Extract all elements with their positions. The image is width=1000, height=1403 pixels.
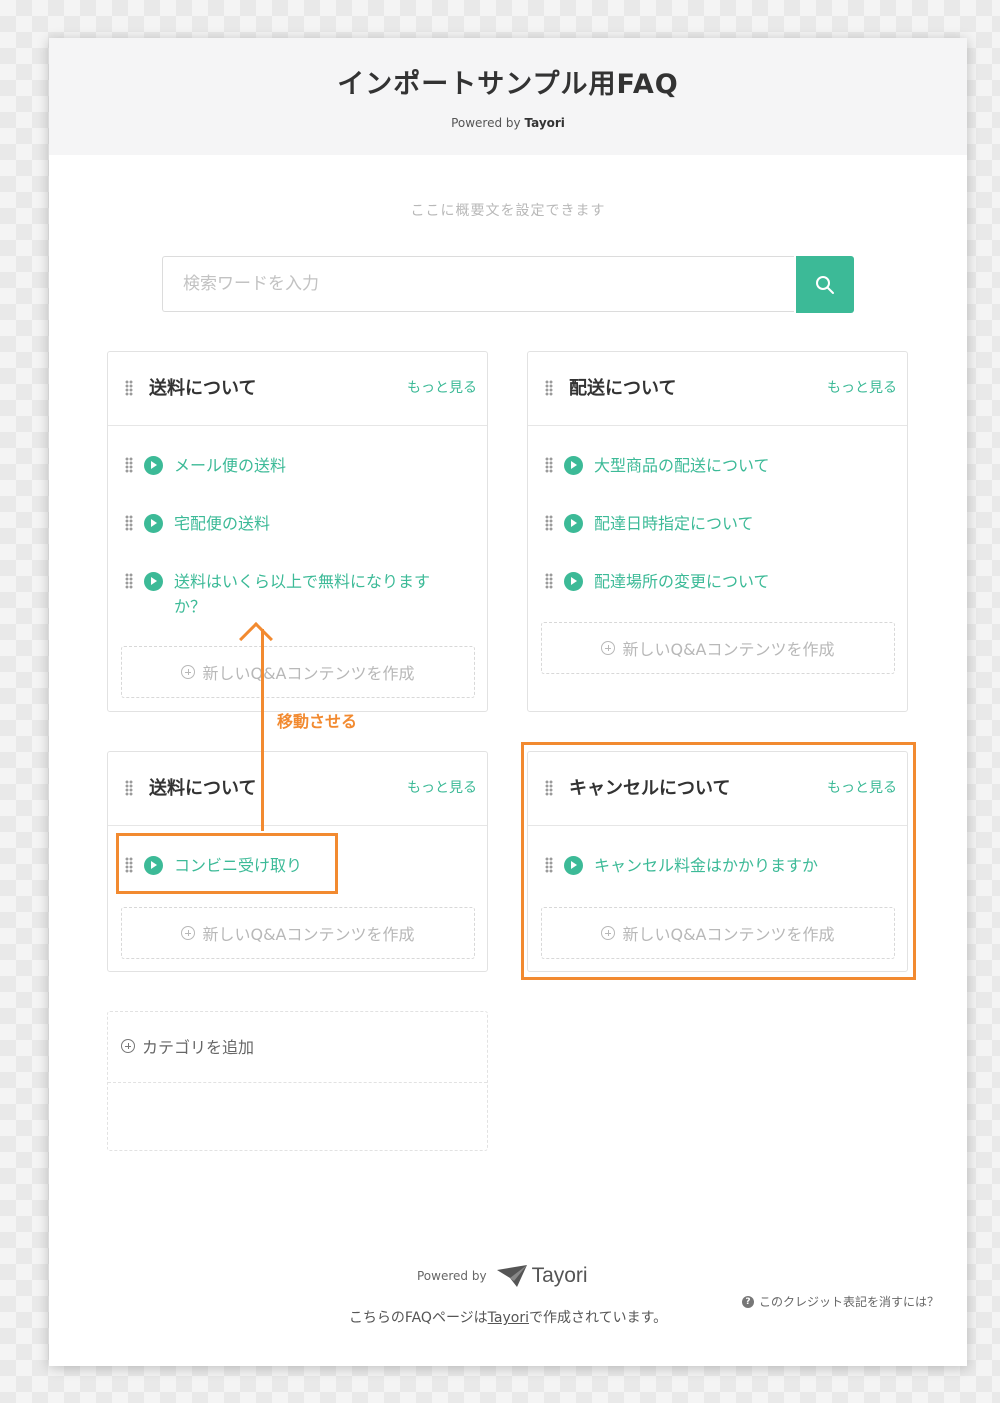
qa-item[interactable]: 配達日時指定について <box>594 511 754 536</box>
drag-handle-icon[interactable] <box>125 515 133 531</box>
qa-item[interactable]: キャンセル料金はかかりますか <box>594 853 818 878</box>
credit-suffix: で作成されています。 <box>528 1310 668 1326</box>
category-header: 配送について もっと見る <box>528 352 907 426</box>
play-icon <box>144 572 163 591</box>
qa-item[interactable]: 大型商品の配送について <box>594 453 770 478</box>
category-card-cancel: キャンセルについて もっと見る キャンセル料金はかかりますか 新しいQ&Aコンテ… <box>527 751 908 972</box>
new-qa-label: 新しいQ&Aコンテンツを作成 <box>202 664 415 683</box>
search-button[interactable] <box>796 256 854 313</box>
new-qa-button[interactable]: 新しいQ&Aコンテンツを作成 <box>121 646 475 698</box>
play-icon <box>144 456 163 475</box>
plus-circle-icon <box>121 1039 135 1053</box>
new-qa-label: 新しいQ&Aコンテンツを作成 <box>622 640 835 659</box>
powered-brand: Tayori <box>524 116 565 130</box>
drag-handle-icon[interactable] <box>125 457 133 473</box>
qa-item[interactable]: 送料はいくら以上で無料になります <box>174 569 430 594</box>
annotation-label: 移動させる <box>277 712 358 731</box>
qa-item[interactable]: 宅配便の送料 <box>174 511 270 536</box>
drag-handle-icon[interactable] <box>125 380 133 396</box>
drag-handle-icon[interactable] <box>125 573 133 589</box>
drag-handle-icon[interactable] <box>545 515 553 531</box>
new-qa-button[interactable]: 新しいQ&Aコンテンツを作成 <box>541 622 895 674</box>
add-category-label: カテゴリを追加 <box>142 1038 255 1057</box>
play-icon <box>564 514 583 533</box>
divider <box>108 1082 487 1083</box>
play-icon <box>564 572 583 591</box>
category-card-delivery: 配送について もっと見る 大型商品の配送について 配達日時指定について 配達場所… <box>527 351 908 712</box>
new-qa-button[interactable]: 新しいQ&Aコンテンツを作成 <box>121 907 475 959</box>
move-arrow-line <box>261 629 264 831</box>
drag-handle-icon[interactable] <box>125 780 133 796</box>
new-qa-button[interactable]: 新しいQ&Aコンテンツを作成 <box>541 907 895 959</box>
play-icon <box>564 456 583 475</box>
category-header: 送料について もっと見る <box>108 752 487 826</box>
category-title: 送料について <box>149 778 257 799</box>
new-qa-label: 新しいQ&Aコンテンツを作成 <box>622 925 835 944</box>
category-header: キャンセルについて もっと見る <box>528 752 907 826</box>
drag-handle-icon[interactable] <box>545 780 553 796</box>
search-icon <box>816 275 834 294</box>
drag-handle-icon[interactable] <box>545 573 553 589</box>
drag-handle-icon[interactable] <box>125 857 133 873</box>
faq-page: インポートサンプル用FAQ Powered by Tayori ここに概要文を設… <box>49 38 967 1366</box>
more-link[interactable]: もっと見る <box>407 777 477 797</box>
tayori-mark-icon <box>496 1265 527 1287</box>
more-link[interactable]: もっと見る <box>407 377 477 397</box>
page-header: インポートサンプル用FAQ Powered by Tayori <box>49 38 967 155</box>
powered-by-footer[interactable]: Powered by Tayori <box>417 1264 588 1288</box>
qa-item-continued[interactable]: か？ <box>174 594 206 619</box>
powered-by-header: Powered by Tayori <box>49 116 967 130</box>
category-title: キャンセルについて <box>569 778 731 799</box>
qa-item[interactable]: コンビニ受け取り <box>174 853 302 878</box>
drag-handle-icon[interactable] <box>545 857 553 873</box>
new-qa-label: 新しいQ&Aコンテンツを作成 <box>202 925 415 944</box>
qa-item[interactable]: メール便の送料 <box>174 453 286 478</box>
play-icon <box>564 856 583 875</box>
credit-text: こちらのFAQページはTayoriで作成されています。 <box>49 1307 967 1327</box>
category-header: 送料について もっと見る <box>108 352 487 426</box>
category-title: 送料について <box>149 378 257 399</box>
play-icon <box>144 514 163 533</box>
tayori-link[interactable]: Tayori <box>488 1310 529 1326</box>
powered-by-label: Powered by <box>417 1269 487 1283</box>
tayori-logo: Tayori <box>496 1264 588 1288</box>
powered-prefix: Powered by <box>451 116 521 130</box>
question-circle-icon: ? <box>742 1295 754 1308</box>
more-link[interactable]: もっと見る <box>827 777 897 797</box>
plus-circle-icon <box>181 665 196 679</box>
category-title: 配送について <box>569 378 677 399</box>
drag-handle-icon[interactable] <box>545 380 553 396</box>
tayori-wordmark: Tayori <box>531 1264 588 1287</box>
more-link[interactable]: もっと見る <box>827 377 897 397</box>
plus-circle-icon <box>601 641 616 655</box>
summary-text: ここに概要文を設定できます <box>410 203 606 219</box>
drag-handle-icon[interactable] <box>545 457 553 473</box>
category-card-shipping-fee: 送料について もっと見る メール便の送料 宅配便の送料 送料はいくら以上で無料に… <box>107 351 488 712</box>
credit-prefix: こちらのFAQページは <box>348 1310 488 1326</box>
category-card-shipping-fee-2: 送料について もっと見る コンビニ受け取り 新しいQ&Aコンテンツを作成 <box>107 751 488 972</box>
qa-item[interactable]: 配達場所の変更について <box>594 569 770 594</box>
credit-help-link[interactable]: ? このクレジット表記を消すには？ <box>742 1293 939 1310</box>
add-category-card: カテゴリを追加 <box>107 1011 488 1151</box>
plus-circle-icon <box>181 926 196 940</box>
play-icon <box>144 856 163 875</box>
page-title: インポートサンプル用FAQ <box>337 69 679 100</box>
plus-circle-icon <box>601 926 616 940</box>
credit-help-label: このクレジット表記を消すには？ <box>759 1295 940 1309</box>
add-category-button[interactable]: カテゴリを追加 <box>121 1034 254 1058</box>
search-input[interactable] <box>162 256 794 312</box>
